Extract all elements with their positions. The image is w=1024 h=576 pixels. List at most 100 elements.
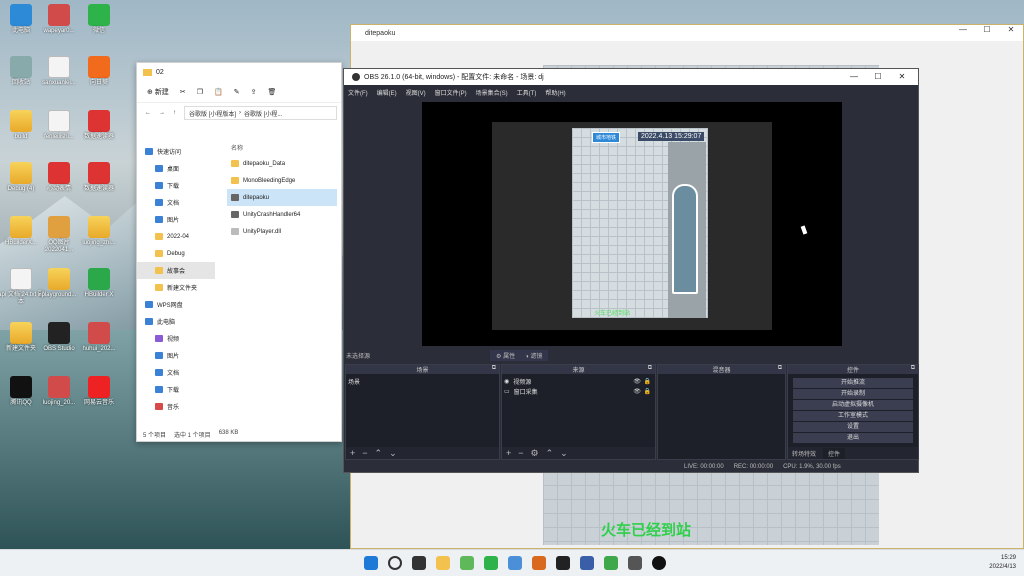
nav-item[interactable]: 下载 xyxy=(137,381,215,398)
file-explorer-icon[interactable] xyxy=(436,556,450,570)
nav-item[interactable]: 桌面 xyxy=(137,160,215,177)
app-icon[interactable] xyxy=(508,556,522,570)
qq-icon[interactable] xyxy=(556,556,570,570)
nav-item[interactable]: 2022-04 xyxy=(137,228,215,245)
nav-item[interactable]: WPS网盘 xyxy=(137,296,215,313)
nav-item[interactable]: 下载 xyxy=(137,177,215,194)
tab-transitions[interactable]: 转场特效 xyxy=(792,449,816,458)
share-icon[interactable]: ⇪ xyxy=(251,88,257,96)
tab-controls[interactable]: 控件 xyxy=(823,447,846,459)
minimize-icon[interactable]: — xyxy=(842,69,866,85)
properties-button[interactable]: ⚙ 属性 xyxy=(496,351,515,360)
obs-icon[interactable] xyxy=(652,556,666,570)
maximize-icon[interactable]: ☐ xyxy=(866,69,890,85)
gear-icon[interactable]: ⚙ xyxy=(531,448,539,459)
file-explorer-window[interactable]: 02 ⊕ 新建 ✂ ❐ 📋 ✎ ⇪ 🗑 ← → ↑ 谷歌版 [小程版本] › 谷… xyxy=(136,62,342,442)
file-row[interactable]: MonoBleedingEdge xyxy=(227,172,337,189)
control-button[interactable]: 开始推流 xyxy=(793,378,913,388)
explorer-titlebar[interactable]: 02 xyxy=(137,63,341,81)
minimize-icon[interactable]: — xyxy=(951,25,975,34)
file-row[interactable]: UnityPlayer.dll xyxy=(227,223,337,240)
wechat-icon[interactable] xyxy=(484,556,498,570)
nav-item[interactable]: 文档 xyxy=(137,364,215,381)
desktop-icon[interactable]: luojing_zhi... xyxy=(76,216,122,247)
remove-icon[interactable]: − xyxy=(362,448,367,458)
control-button[interactable]: 退出 xyxy=(793,433,913,443)
add-icon[interactable]: + xyxy=(350,448,355,458)
scene-item[interactable]: 场景 xyxy=(348,376,497,386)
app-icon[interactable] xyxy=(580,556,594,570)
dock-float-icon[interactable]: ⧉ xyxy=(648,365,652,372)
path-input[interactable]: 谷歌版 [小程版本] › 谷歌版 [小程... xyxy=(184,106,337,120)
desktop-icon[interactable]: 向日葵 xyxy=(76,56,122,87)
dock-float-icon[interactable]: ⧉ xyxy=(492,365,496,372)
control-button[interactable]: 启动虚拟摄像机 xyxy=(793,400,913,410)
nav-item[interactable]: 文档 xyxy=(137,194,215,211)
desktop-icon[interactable]: 网易云音乐 xyxy=(76,376,122,407)
lock-icon[interactable]: 🔒 xyxy=(644,388,651,395)
lock-icon[interactable]: 🔒 xyxy=(644,378,651,385)
move-down-icon[interactable]: ⌄ xyxy=(560,448,568,459)
game-window-titlebar[interactable]: ditepaoku — ☐ ✕ xyxy=(351,25,1023,41)
visibility-icon[interactable]: 👁 xyxy=(633,388,641,395)
menu-item[interactable]: 文件(F) xyxy=(348,88,368,97)
nav-item[interactable]: 故事会 xyxy=(137,262,215,279)
system-clock[interactable]: 15:29 2022/4/13 xyxy=(989,554,1016,572)
path-segment[interactable]: 谷歌版 [小程... xyxy=(244,109,282,118)
app-icon[interactable] xyxy=(628,556,642,570)
nav-item[interactable]: 此电脑 xyxy=(137,313,215,330)
maximize-icon[interactable]: ☐ xyxy=(975,25,999,34)
search-icon[interactable] xyxy=(388,556,402,570)
obs-window[interactable]: OBS 26.1.0 (64-bit, windows) - 配置文件: 未命名… xyxy=(343,68,919,473)
forward-icon[interactable]: → xyxy=(159,110,165,116)
cut-icon[interactable]: ✂ xyxy=(180,88,186,96)
delete-icon[interactable]: 🗑 xyxy=(267,88,276,96)
dock-float-icon[interactable]: ⧉ xyxy=(911,365,915,372)
preview-area[interactable]: 城市地铁 2022.4.13 15:29:07 火车已经到站 xyxy=(422,102,842,346)
add-icon[interactable]: + xyxy=(506,448,511,458)
back-icon[interactable]: ← xyxy=(145,110,151,116)
menu-item[interactable]: 视图(V) xyxy=(406,88,426,97)
close-icon[interactable]: ✕ xyxy=(999,25,1023,34)
browser-icon[interactable] xyxy=(460,556,474,570)
file-row[interactable]: ditepaoku xyxy=(227,189,337,206)
move-up-icon[interactable]: ⌃ xyxy=(375,448,383,459)
remove-icon[interactable]: − xyxy=(518,448,523,458)
task-view-icon[interactable] xyxy=(412,556,426,570)
control-button[interactable]: 设置 xyxy=(793,422,913,432)
source-item[interactable]: ◉ 视频源 👁 🔒 xyxy=(504,376,653,386)
menu-item[interactable]: 帮助(H) xyxy=(545,88,565,97)
nav-item[interactable]: 快速访问 xyxy=(137,143,215,160)
nav-item[interactable]: 音乐 xyxy=(137,398,215,415)
nav-item[interactable]: 新建文件夹 xyxy=(137,279,215,296)
menu-item[interactable]: 编辑(E) xyxy=(377,88,397,97)
new-button[interactable]: ⊕ 新建 xyxy=(147,87,169,97)
start-icon[interactable] xyxy=(364,556,378,570)
nav-item[interactable]: 图片 xyxy=(137,347,215,364)
app-icon[interactable] xyxy=(604,556,618,570)
visibility-icon[interactable]: 👁 xyxy=(633,378,641,385)
obs-titlebar[interactable]: OBS 26.1.0 (64-bit, windows) - 配置文件: 未命名… xyxy=(344,69,918,85)
file-row[interactable]: ditepaoku_Data xyxy=(227,155,337,172)
nav-item[interactable]: Debug xyxy=(137,245,215,262)
move-down-icon[interactable]: ⌄ xyxy=(389,448,397,459)
close-icon[interactable]: ✕ xyxy=(890,69,914,85)
move-up-icon[interactable]: ⌃ xyxy=(546,448,554,459)
dock-float-icon[interactable]: ⧉ xyxy=(778,365,782,372)
menu-item[interactable]: 窗口文件(P) xyxy=(435,88,467,97)
desktop-icon[interactable]: 微信 xyxy=(76,4,122,35)
desktop-icon[interactable]: HBuilder X xyxy=(76,268,122,299)
copy-icon[interactable]: ❐ xyxy=(197,88,203,96)
paste-icon[interactable]: 📋 xyxy=(214,88,223,96)
name-column-header[interactable]: 名称 xyxy=(227,143,337,155)
source-item[interactable]: ▭ 窗口采集 👁 🔒 xyxy=(504,386,653,396)
desktop-icon[interactable]: 数据速读器 xyxy=(76,162,122,193)
filters-button[interactable]: ◑ 滤镜 xyxy=(525,351,542,360)
file-row[interactable]: UnityCrashHandler64 xyxy=(227,206,337,223)
app-icon[interactable] xyxy=(532,556,546,570)
nav-item[interactable]: 图片 xyxy=(137,211,215,228)
control-button[interactable]: 工作室模式 xyxy=(793,411,913,421)
nav-item[interactable]: 视频 xyxy=(137,330,215,347)
path-segment[interactable]: 谷歌版 [小程版本] xyxy=(189,109,236,118)
rename-icon[interactable]: ✎ xyxy=(234,88,240,96)
